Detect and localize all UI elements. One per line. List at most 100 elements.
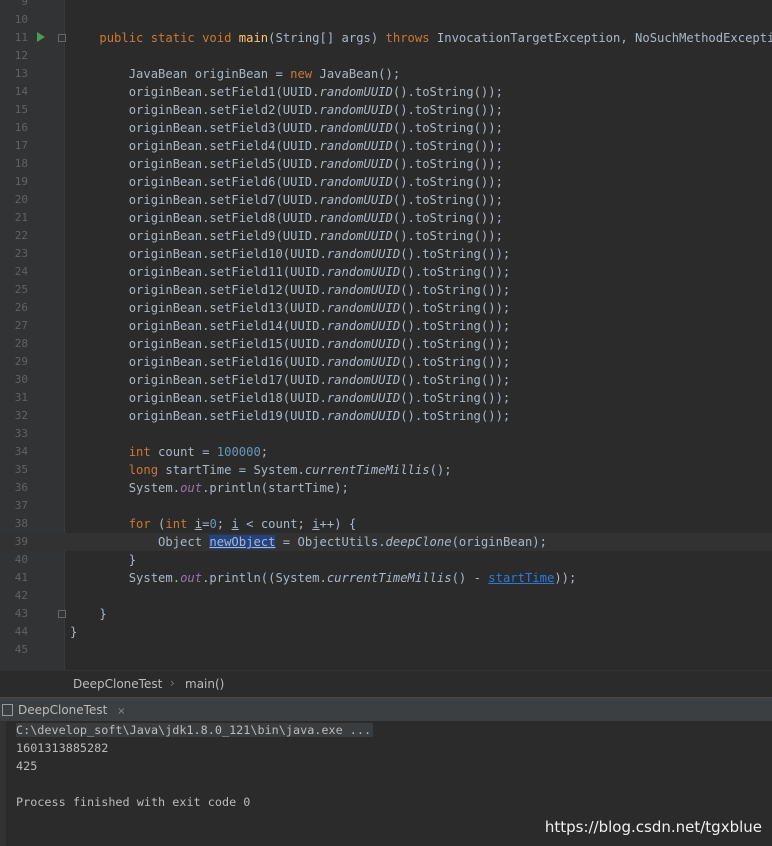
code-text[interactable]: originBean.setField8(UUID.randomUUID().t… [70,209,503,227]
tab-label: DeepCloneTest [18,703,108,717]
code-line[interactable]: 13 JavaBean originBean = new JavaBean(); [0,65,772,83]
code-line[interactable]: 42 [0,587,772,605]
code-text[interactable]: Object newObject = ObjectUtils.deepClone… [70,533,547,551]
code-line[interactable]: 43 } [0,605,772,623]
breadcrumb-method[interactable]: main() [185,677,224,691]
code-text[interactable]: System.out.println(startTime); [70,479,349,497]
code-text[interactable]: } [70,551,136,569]
line-number: 12 [14,49,28,62]
line-number: 11 [14,31,28,44]
code-line[interactable]: 12 [0,47,772,65]
close-icon[interactable]: × [117,706,125,717]
code-line[interactable]: 35 long startTime = System.currentTimeMi… [0,461,772,479]
code-line[interactable]: 11 public static void main(String[] args… [0,29,772,47]
line-number: 38 [14,517,28,530]
code-line[interactable]: 19 originBean.setField6(UUID.randomUUID(… [0,173,772,191]
code-line[interactable]: 32 originBean.setField19(UUID.randomUUID… [0,407,772,425]
code-text[interactable]: System.out.println((System.currentTimeMi… [70,569,577,587]
code-line[interactable]: 22 originBean.setField9(UUID.randomUUID(… [0,227,772,245]
code-text[interactable]: long startTime = System.currentTimeMilli… [70,461,452,479]
code-text[interactable]: public static void main(String[] args) t… [70,29,772,47]
code-line[interactable]: 36 System.out.println(startTime); [0,479,772,497]
run-gutter-icon[interactable] [37,32,45,42]
code-editor[interactable]: 9 10 11 public static void main(String[] a… [0,0,772,670]
line-number: 13 [14,67,28,80]
line-number: 29 [14,355,28,368]
code-text[interactable]: } [70,605,106,623]
code-text[interactable]: originBean.setField11(UUID.randomUUID().… [70,263,511,281]
code-text[interactable]: originBean.setField13(UUID.randomUUID().… [70,299,511,317]
code-line[interactable]: 30 originBean.setField17(UUID.randomUUID… [0,371,772,389]
code-text[interactable]: int count = 100000; [70,443,268,461]
code-line[interactable]: 18 originBean.setField5(UUID.randomUUID(… [0,155,772,173]
code-line[interactable]: 41 System.out.println((System.currentTim… [0,569,772,587]
line-number: 32 [14,409,28,422]
line-number: 34 [14,445,28,458]
code-text[interactable]: originBean.setField16(UUID.randomUUID().… [70,353,511,371]
code-line[interactable]: 37 [0,497,772,515]
code-text[interactable]: originBean.setField12(UUID.randomUUID().… [70,281,511,299]
line-number: 19 [14,175,28,188]
code-line[interactable]: 24 originBean.setField11(UUID.randomUUID… [0,263,772,281]
code-line[interactable]: 25 originBean.setField12(UUID.randomUUID… [0,281,772,299]
code-text[interactable]: } [70,623,77,641]
code-line[interactable]: 10 [0,11,772,29]
code-text[interactable]: originBean.setField2(UUID.randomUUID().t… [70,101,503,119]
code-line[interactable]: 15 originBean.setField2(UUID.randomUUID(… [0,101,772,119]
code-text[interactable]: originBean.setField5(UUID.randomUUID().t… [70,155,503,173]
code-line[interactable]: 21 originBean.setField8(UUID.randomUUID(… [0,209,772,227]
code-text[interactable]: originBean.setField3(UUID.randomUUID().t… [70,119,503,137]
code-line[interactable]: 28 originBean.setField15(UUID.randomUUID… [0,335,772,353]
code-line[interactable]: 31 originBean.setField18(UUID.randomUUID… [0,389,772,407]
line-number: 42 [14,589,28,602]
line-number: 40 [14,553,28,566]
code-text[interactable]: originBean.setField9(UUID.randomUUID().t… [70,227,503,245]
code-line[interactable]: 34 int count = 100000; [0,443,772,461]
line-number: 18 [14,157,28,170]
code-line[interactable]: 45 [0,641,772,659]
console-output-line: 1601313885282 [16,741,109,755]
tab-run-deepclonetest[interactable]: DeepCloneTest × [0,698,136,722]
line-number: 31 [14,391,28,404]
code-line[interactable]: 9 [0,0,772,11]
code-text[interactable]: originBean.setField14(UUID.randomUUID().… [70,317,511,335]
code-line[interactable]: 16 originBean.setField3(UUID.randomUUID(… [0,119,772,137]
console-finish-line: Process finished with exit code 0 [16,795,251,809]
line-number: 33 [14,427,28,440]
code-line[interactable]: 40 } [0,551,772,569]
code-line[interactable]: 29 originBean.setField16(UUID.randomUUID… [0,353,772,371]
code-text[interactable]: originBean.setField4(UUID.randomUUID().t… [70,137,503,155]
code-line[interactable]: 44} [0,623,772,641]
code-line[interactable]: 14 originBean.setField1(UUID.randomUUID(… [0,83,772,101]
breadcrumb-class[interactable]: DeepCloneTest [73,677,162,691]
code-line[interactable]: 26 originBean.setField13(UUID.randomUUID… [0,299,772,317]
line-number: 39 [14,535,28,548]
code-text[interactable]: JavaBean originBean = new JavaBean(); [70,65,401,83]
code-text[interactable]: for (int i=0; i < count; i++) { [70,515,357,533]
code-text[interactable]: originBean.setField6(UUID.randomUUID().t… [70,173,503,191]
line-number: 20 [14,193,28,206]
code-line[interactable]: 27 originBean.setField14(UUID.randomUUID… [0,317,772,335]
breadcrumb: DeepCloneTest › main() [0,670,772,698]
line-number: 21 [14,211,28,224]
console-command-line[interactable]: C:\develop_soft\Java\jdk1.8.0_121\bin\ja… [16,723,374,737]
code-text[interactable]: originBean.setField7(UUID.randomUUID().t… [70,191,503,209]
code-line[interactable]: 17 originBean.setField4(UUID.randomUUID(… [0,137,772,155]
fold-icon[interactable] [58,34,66,42]
run-tool-window-tabs: DeepCloneTest × [0,697,772,722]
breadcrumb-separator: › [170,676,175,690]
code-text[interactable]: originBean.setField1(UUID.randomUUID().t… [70,83,503,101]
code-line[interactable]: 38 for (int i=0; i < count; i++) { [0,515,772,533]
code-line[interactable]: 33 [0,425,772,443]
code-text[interactable]: originBean.setField19(UUID.randomUUID().… [70,407,511,425]
code-text[interactable]: originBean.setField17(UUID.randomUUID().… [70,371,511,389]
line-number: 26 [14,301,28,314]
code-text[interactable]: originBean.setField10(UUID.randomUUID().… [70,245,511,263]
code-line[interactable]: 39 Object newObject = ObjectUtils.deepCl… [0,533,772,551]
code-line[interactable]: 23 originBean.setField10(UUID.randomUUID… [0,245,772,263]
code-text[interactable]: originBean.setField18(UUID.randomUUID().… [70,389,511,407]
line-number: 30 [14,373,28,386]
fold-icon[interactable] [58,610,66,618]
code-text[interactable]: originBean.setField15(UUID.randomUUID().… [70,335,511,353]
code-line[interactable]: 20 originBean.setField7(UUID.randomUUID(… [0,191,772,209]
